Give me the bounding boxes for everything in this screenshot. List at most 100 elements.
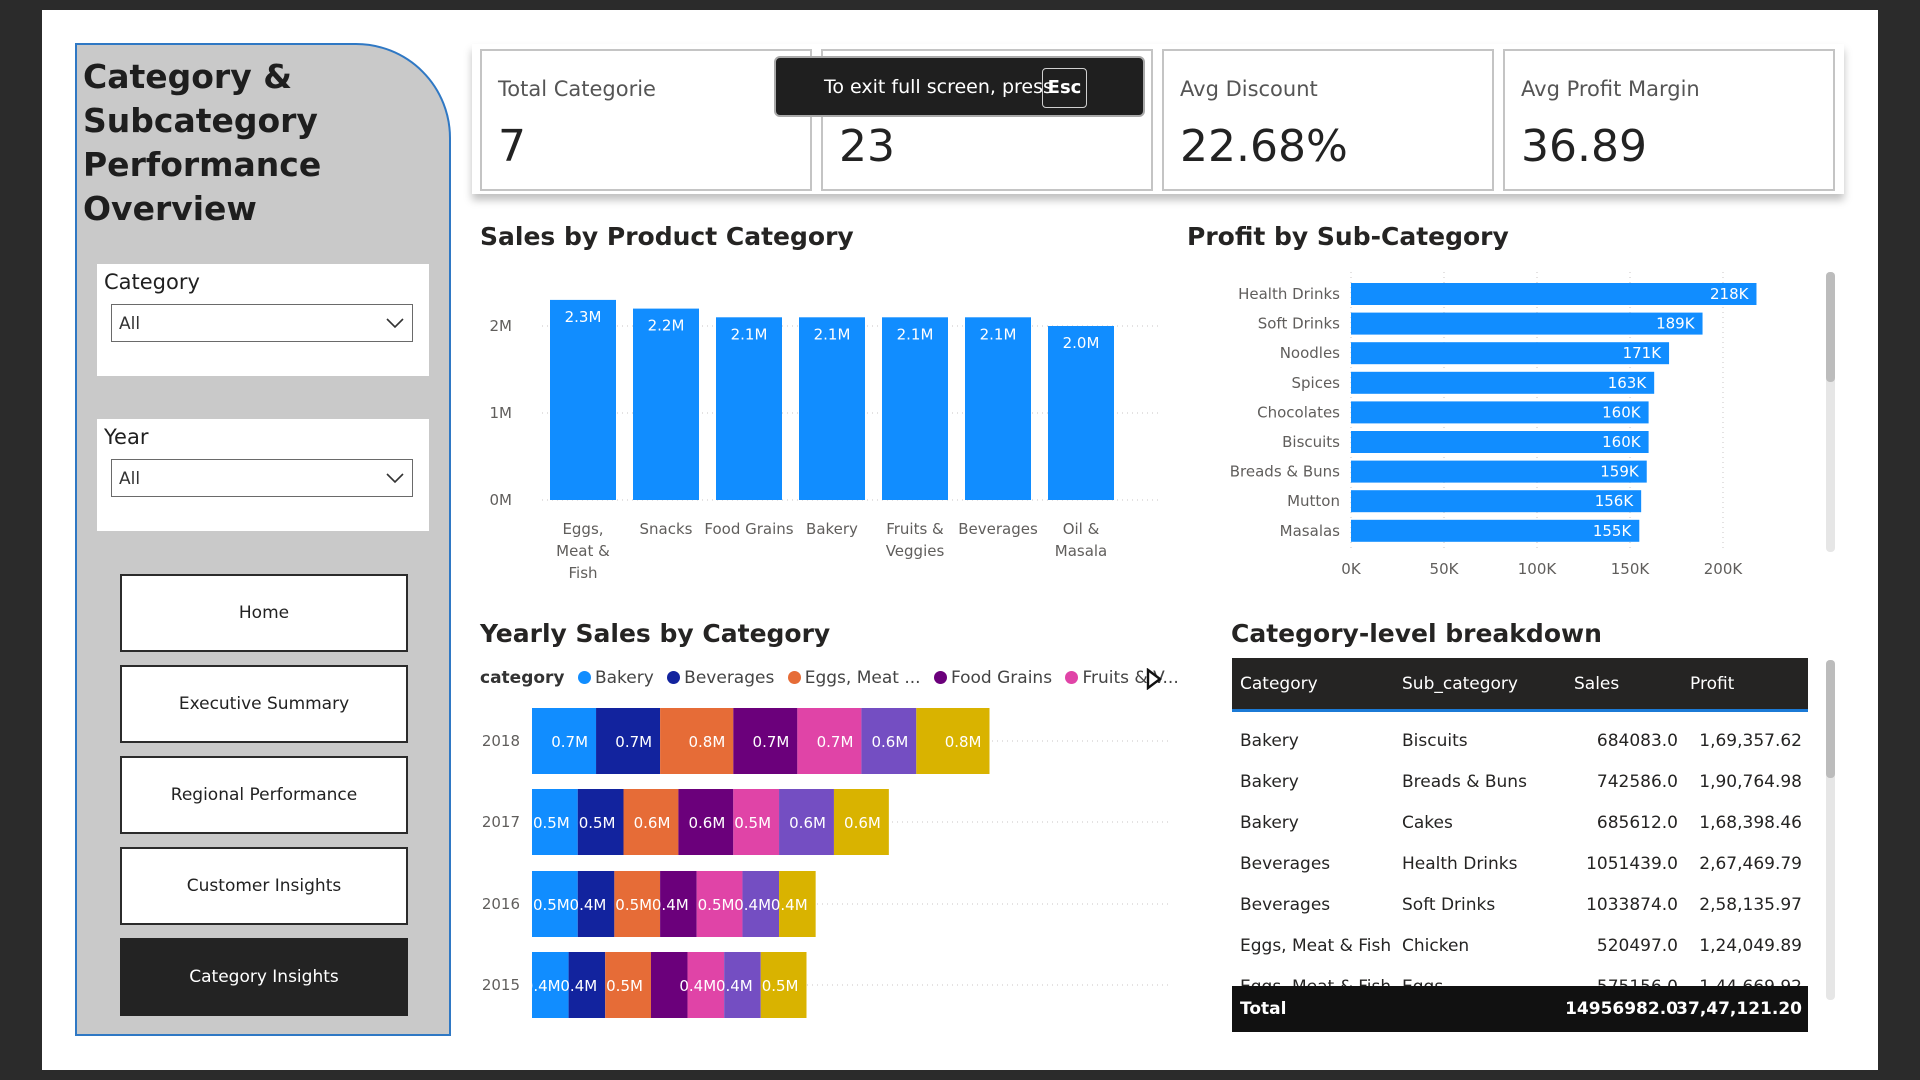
- year-slicer-label: Year: [104, 425, 149, 449]
- cell-sub-category: Breads & Buns: [1402, 771, 1527, 792]
- sidebar: Category & Subcategory Performance Overv…: [75, 43, 451, 1036]
- nav-category-insights-button[interactable]: Category Insights: [120, 938, 408, 1016]
- x-tick-label: Snacks: [640, 520, 693, 538]
- bar-data-label: 0.5M: [615, 896, 652, 914]
- col-header-sales[interactable]: Sales: [1574, 674, 1619, 694]
- legend-item[interactable]: Eggs, Meat ...: [787, 668, 921, 688]
- nav-executive-summary-button[interactable]: Executive Summary: [120, 665, 408, 743]
- bar-data-label: 0.4M: [652, 896, 689, 914]
- bar-data-label: 0.5M: [533, 814, 570, 832]
- table-row: Beverages Health Drinks 1051439.0 2,67,4…: [1232, 843, 1808, 884]
- year-dropdown[interactable]: All: [111, 459, 413, 497]
- bar: [1351, 342, 1670, 365]
- x-tick-label: Food Grains: [704, 520, 793, 538]
- category-dropdown[interactable]: All: [111, 304, 413, 342]
- table-row: Bakery Biscuits 684083.0 1,69,357.62: [1232, 720, 1808, 761]
- x-tick-label: Meat &: [556, 542, 610, 560]
- kpi-value: 7: [498, 121, 526, 172]
- bar-data-label: 0.8M: [945, 733, 982, 751]
- kpi-value: 23: [839, 121, 895, 172]
- profit-chart-scrollbar[interactable]: [1826, 272, 1835, 552]
- bar-data-label: 160K: [1602, 433, 1642, 451]
- bar-data-label: 2.0M: [1063, 334, 1100, 352]
- bar: [550, 299, 616, 500]
- bar-data-label: 159K: [1600, 463, 1640, 481]
- x-tick-label: Masala: [1055, 542, 1108, 560]
- nav-regional-performance-button[interactable]: Regional Performance: [120, 756, 408, 834]
- kpi-title: Total Categorie: [498, 77, 656, 101]
- col-header-category[interactable]: Category: [1240, 674, 1318, 694]
- kpi-card-avg-discount: Avg Discount 22.68%: [1162, 49, 1494, 191]
- x-tick-label: 100K: [1518, 560, 1558, 578]
- bar-data-label: 189K: [1656, 315, 1696, 333]
- x-tick-label: 0K: [1341, 560, 1362, 578]
- total-profit: 37,47,121.20: [1676, 999, 1802, 1019]
- cell-profit: 2,58,135.97: [1699, 894, 1802, 915]
- x-tick-label: Oil &: [1063, 520, 1100, 538]
- legend-dot: [787, 671, 801, 684]
- category-breakdown-title: Category-level breakdown: [1231, 619, 1602, 648]
- legend-dot: [933, 671, 947, 684]
- bar-data-label: 0.6M: [789, 814, 826, 832]
- bar: [799, 317, 865, 500]
- nav-customer-insights-button[interactable]: Customer Insights: [120, 847, 408, 925]
- bar-data-label: 0.4M: [716, 977, 753, 995]
- legend-label: Fruits & V...: [1082, 668, 1179, 688]
- cell-sales: 1051439.0: [1586, 853, 1678, 874]
- x-tick-label: 50K: [1430, 560, 1460, 578]
- x-tick-label: Veggies: [886, 542, 945, 560]
- cell-sales: 1033874.0: [1586, 894, 1678, 915]
- chevron-down-icon: [386, 318, 404, 329]
- table-row: Beverages Soft Drinks 1033874.0 2,58,135…: [1232, 884, 1808, 925]
- toast-message: To exit full screen, press: [824, 76, 1053, 98]
- yearly-sales-legend: category Bakery Beverages Eggs, Meat ...…: [480, 668, 1187, 688]
- cell-sales: 685612.0: [1596, 812, 1678, 833]
- bar-data-label: 0.8M: [689, 733, 726, 751]
- category-slicer: Category All: [97, 264, 429, 376]
- bar-data-label: 0.5M: [579, 814, 616, 832]
- legend-title: category: [480, 668, 565, 688]
- y-tick-label: Health Drinks: [1238, 285, 1340, 303]
- y-tick-label: Chocolates: [1257, 403, 1340, 421]
- y-tick-label: Soft Drinks: [1258, 315, 1340, 333]
- cell-sub-category: Eggs: [1402, 977, 1443, 987]
- legend-item[interactable]: Bakery: [577, 668, 654, 688]
- bar: [1351, 283, 1757, 305]
- bar: [633, 308, 699, 500]
- bar-data-label: 2.3M: [565, 308, 602, 326]
- x-tick-label: Fruits &: [886, 520, 944, 538]
- cell-sub-category: Health Drinks: [1402, 853, 1518, 874]
- cell-category: Bakery: [1240, 730, 1299, 751]
- col-header-profit[interactable]: Profit: [1690, 674, 1734, 694]
- x-tick-label: Eggs,: [562, 520, 603, 538]
- bar-data-label: 0.7M: [753, 733, 790, 751]
- bar-data-label: 171K: [1623, 344, 1663, 362]
- table-scroll-thumb[interactable]: [1826, 660, 1835, 778]
- bar-data-label: 0.4M: [570, 896, 607, 914]
- profit-chart-scroll-thumb[interactable]: [1826, 272, 1835, 382]
- nav-home-button[interactable]: Home: [120, 574, 408, 652]
- legend-item[interactable]: Beverages: [667, 668, 774, 688]
- legend-item[interactable]: Food Grains: [933, 668, 1052, 688]
- bar-data-label: 218K: [1710, 285, 1750, 303]
- y-tick-label: 2M: [490, 317, 513, 335]
- x-tick-label: 200K: [1704, 560, 1744, 578]
- sales-by-category-chart: 0M 1M 2M 2.3M Eggs, Meat & Fish 2.2M Snacks 2.1M F…: [490, 299, 1162, 582]
- y-tick-label: 0M: [490, 491, 513, 509]
- table-scrollbar[interactable]: [1826, 660, 1835, 1000]
- col-header-sub-category[interactable]: Sub_category: [1402, 674, 1518, 694]
- kpi-row: Total Categorie 7 23 Avg Discount 22.68%…: [472, 44, 1844, 194]
- kpi-title: Avg Discount: [1180, 77, 1318, 101]
- bar: [882, 317, 948, 500]
- y-tick-label: Breads & Buns: [1230, 463, 1340, 481]
- kpi-value: 36.89: [1521, 121, 1647, 172]
- kpi-card-avg-profit-margin: Avg Profit Margin 36.89: [1503, 49, 1835, 191]
- bar-data-label: 2.1M: [980, 325, 1017, 343]
- bar-data-label: 0.6M: [872, 733, 909, 751]
- category-slicer-label: Category: [104, 270, 200, 294]
- legend-next-arrow-icon[interactable]: [1146, 668, 1162, 690]
- y-tick-label: 2016: [482, 895, 520, 913]
- legend-label: Eggs, Meat ...: [804, 668, 921, 688]
- table-header: Category Sub_category Sales Profit: [1232, 658, 1808, 712]
- y-tick-label: Noodles: [1280, 344, 1340, 362]
